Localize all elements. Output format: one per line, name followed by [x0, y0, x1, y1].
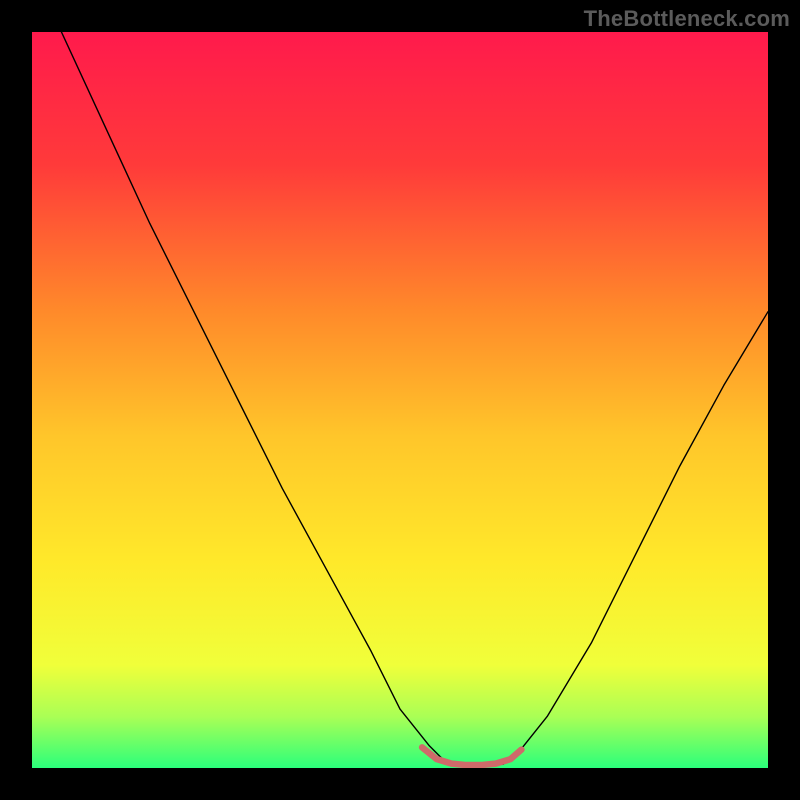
watermark-text: TheBottleneck.com: [584, 6, 790, 32]
chart-frame: TheBottleneck.com: [0, 0, 800, 800]
bottleneck-chart: [32, 32, 768, 768]
chart-background: [32, 32, 768, 768]
